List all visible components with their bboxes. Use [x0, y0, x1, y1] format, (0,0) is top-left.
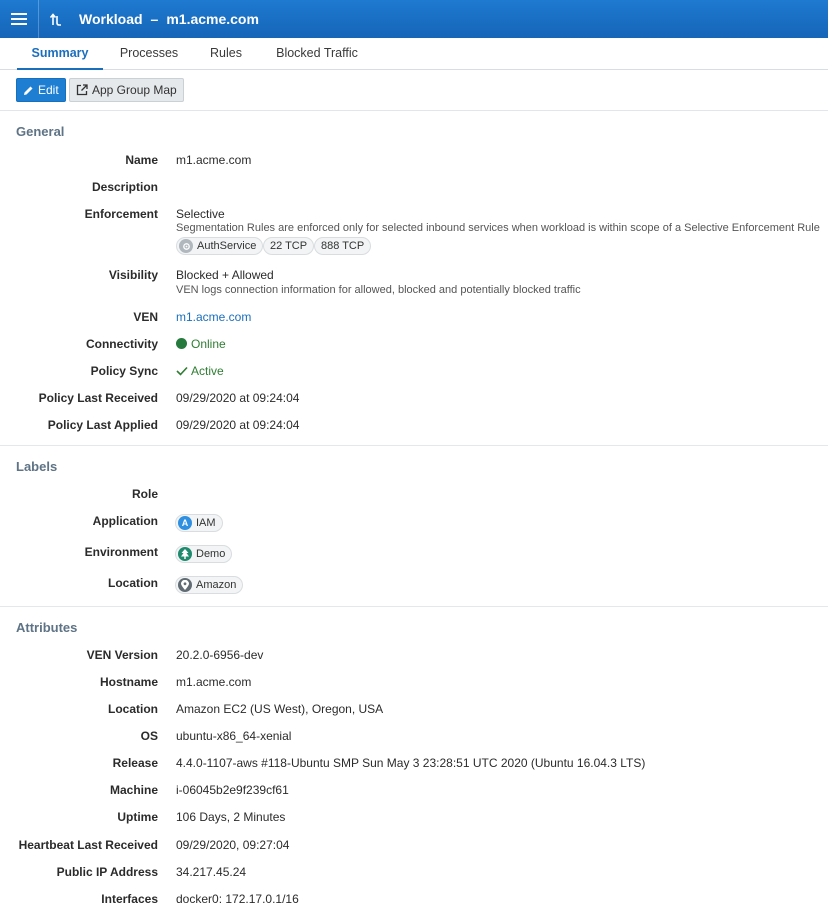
field-value-location-attr: Amazon EC2 (US West), Oregon, USA	[176, 702, 384, 716]
location-pin-icon	[178, 578, 192, 592]
page-type: Workload	[79, 11, 143, 27]
field-label-machine: Machine	[109, 783, 158, 797]
field-value-interfaces: docker0: 172.17.0.1/16	[176, 892, 299, 906]
field-label-description: Description	[91, 180, 158, 194]
field-label-location-attr: Location	[108, 702, 158, 716]
tab-summary[interactable]: Summary	[17, 38, 103, 70]
field-value-enforcement: Selective	[176, 207, 225, 221]
app-group-map-label: App Group Map	[92, 83, 177, 97]
service-pill-888-tcp: 888 TCP	[314, 237, 372, 255]
field-value-policy-last-applied: 09/29/2020 at 09:24:04	[176, 418, 300, 432]
section-title-general: General	[16, 124, 65, 139]
external-link-icon	[76, 84, 88, 96]
tab-bar: Summary Processes Rules Blocked Traffic	[0, 38, 828, 70]
field-label-ven-version: VEN Version	[86, 648, 158, 662]
top-bar: Workload – m1.acme.com	[0, 0, 828, 38]
field-value-release: 4.4.0-1107-aws #118-Ubuntu SMP Sun May 3…	[176, 756, 646, 770]
section-title-labels: Labels	[16, 459, 58, 474]
section-divider	[0, 606, 828, 607]
pencil-icon	[24, 86, 33, 95]
connectivity-value: Online	[191, 337, 226, 351]
field-label-ven: VEN	[133, 310, 158, 324]
policy-sync-value: Active	[191, 364, 224, 378]
field-value-machine: i-06045b2e9f239cf61	[176, 783, 289, 797]
ven-link[interactable]: m1.acme.com	[176, 310, 251, 324]
application-label-value: IAM	[196, 517, 216, 529]
title-separator: –	[150, 11, 159, 27]
field-label-heartbeat: Heartbeat Last Received	[18, 838, 158, 852]
online-status-icon	[176, 338, 187, 349]
menu-icon[interactable]	[0, 0, 38, 38]
section-divider	[0, 445, 828, 446]
field-value-visibility: Blocked + Allowed	[176, 268, 274, 282]
tab-rules[interactable]: Rules	[198, 38, 254, 70]
field-label-os: OS	[140, 729, 158, 743]
field-label-uptime: Uptime	[117, 810, 158, 824]
field-label-policy-last-received: Policy Last Received	[38, 391, 158, 405]
tab-processes[interactable]: Processes	[108, 38, 190, 70]
field-label-enforcement: Enforcement	[84, 207, 158, 221]
policy-sync-status: Active	[176, 364, 224, 378]
label-pill-application: A IAM	[175, 514, 223, 532]
field-label-name: Name	[125, 153, 158, 167]
field-value-heartbeat: 09/29/2020, 09:27:04	[176, 838, 290, 852]
label-pill-location: Amazon	[175, 576, 244, 594]
location-label-value: Amazon	[196, 579, 237, 591]
field-label-release: Release	[112, 756, 158, 770]
checkmark-icon	[176, 366, 188, 376]
page-title: Workload – m1.acme.com	[79, 11, 259, 27]
field-label-public-ip: Public IP Address	[56, 865, 158, 879]
label-pill-environment: Demo	[175, 545, 233, 563]
tab-blocked-traffic[interactable]: Blocked Traffic	[262, 38, 372, 70]
back-arrow-icon[interactable]	[39, 0, 73, 38]
field-label-policy-sync: Policy Sync	[90, 364, 158, 378]
field-label-connectivity: Connectivity	[85, 337, 158, 351]
field-label-location: Location	[108, 576, 158, 590]
edit-button-label: Edit	[38, 83, 59, 97]
field-value-name: m1.acme.com	[176, 153, 252, 167]
service-pill-22-tcp: 22 TCP	[263, 237, 315, 255]
field-value-public-ip: 34.217.45.24	[176, 865, 247, 879]
section-title-attributes: Attributes	[16, 620, 78, 635]
service-icon	[179, 239, 193, 253]
field-value-os: ubuntu-x86_64-xenial	[176, 729, 292, 743]
field-value-uptime: 106 Days, 2 Minutes	[176, 810, 286, 824]
edit-button[interactable]: Edit	[16, 78, 66, 102]
app-group-map-button[interactable]: App Group Map	[69, 78, 184, 102]
environment-label-icon	[178, 547, 192, 561]
field-label-interfaces: Interfaces	[101, 892, 158, 906]
field-label-policy-last-applied: Policy Last Applied	[47, 418, 158, 432]
field-label-hostname: Hostname	[99, 675, 158, 689]
field-value-ven-version: 20.2.0-6956-dev	[176, 648, 264, 662]
environment-label-value: Demo	[196, 548, 226, 560]
field-label-environment: Environment	[84, 545, 158, 559]
visibility-note: VEN logs connection information for allo…	[176, 284, 581, 296]
field-label-application: Application	[92, 514, 158, 528]
workload-name: m1.acme.com	[166, 11, 259, 27]
field-label-visibility: Visibility	[108, 268, 158, 282]
service-pill-label: AuthService	[197, 240, 257, 252]
connectivity-status: Online	[176, 337, 226, 351]
toolbar: Edit App Group Map	[0, 70, 828, 111]
field-value-hostname: m1.acme.com	[176, 675, 252, 689]
field-value-policy-last-received: 09/29/2020 at 09:24:04	[176, 391, 300, 405]
enforcement-note: Segmentation Rules are enforced only for…	[176, 222, 820, 234]
application-label-icon: A	[178, 516, 192, 530]
field-label-role: Role	[131, 487, 158, 501]
service-pill-authservice: AuthService	[176, 237, 264, 255]
